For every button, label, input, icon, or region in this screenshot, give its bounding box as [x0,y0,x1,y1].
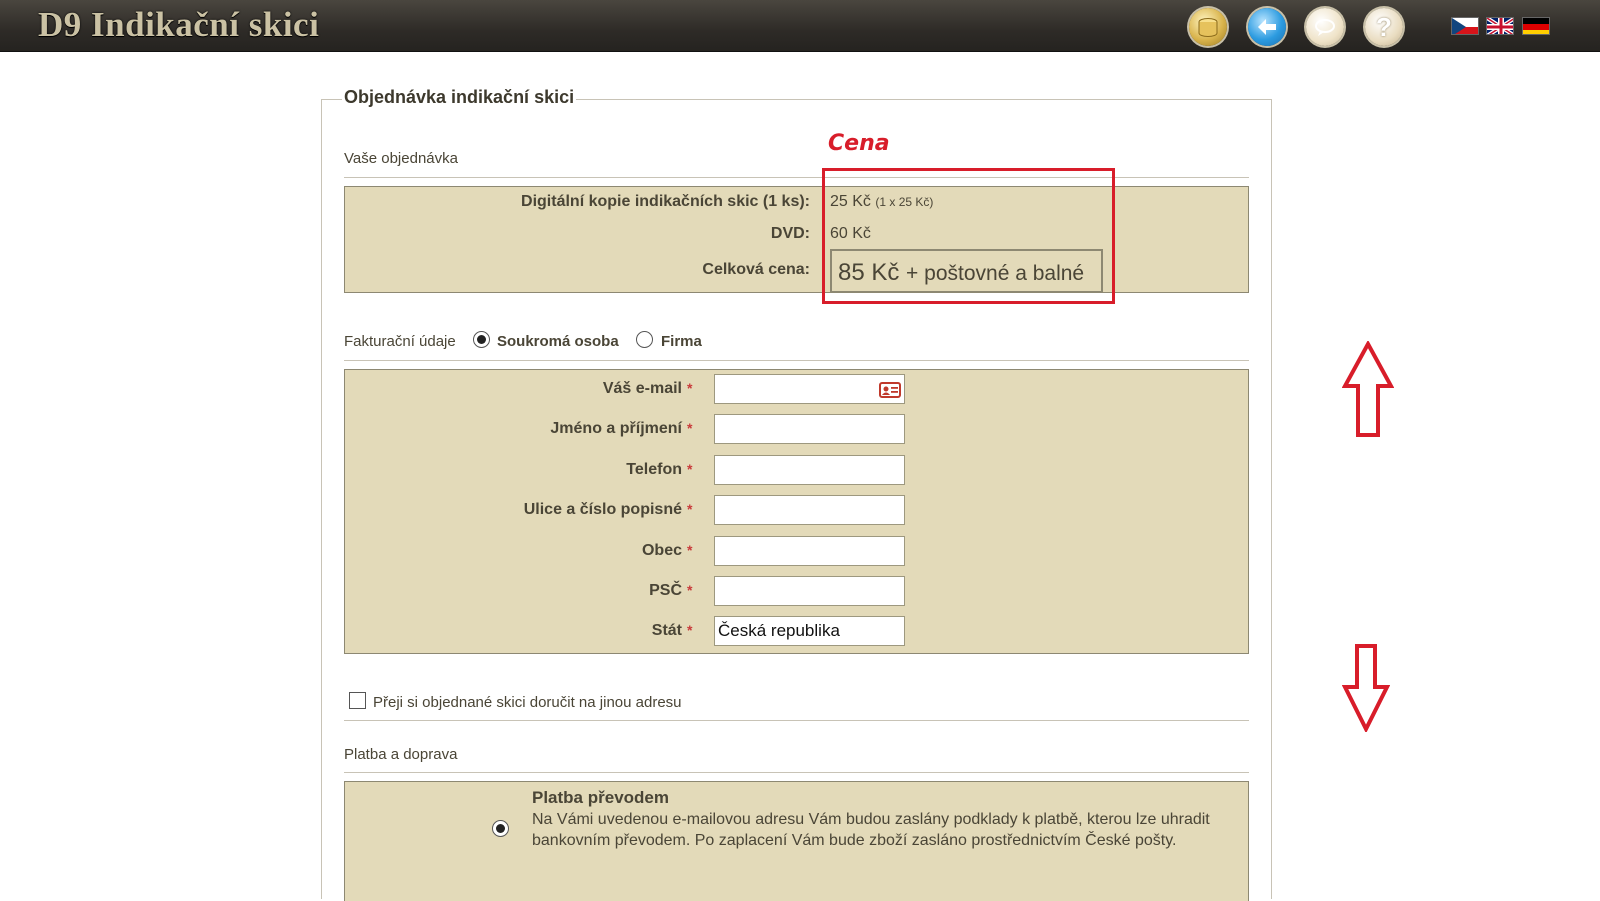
zip-label: PSČ [649,582,682,599]
email-field[interactable] [714,374,905,404]
required-mark: * [687,501,693,517]
city-field[interactable] [714,536,905,566]
flag-uk-icon[interactable] [1486,17,1514,35]
required-mark: * [687,582,693,598]
app-title: D9 Indikační skici [38,5,320,44]
scroll-up-arrow-icon [1342,341,1394,437]
other-address-checkbox[interactable] [349,692,366,709]
phone-field[interactable] [714,455,905,485]
radio-private-person[interactable] [473,331,490,348]
coins-button[interactable] [1189,8,1227,46]
chat-icon [1315,19,1335,36]
order-section-label: Vaše objednávka [344,150,458,167]
zip-field[interactable] [714,576,905,606]
street-field[interactable] [714,495,905,525]
radio-bank-transfer[interactable] [492,820,509,837]
chat-button[interactable] [1306,8,1344,46]
price-annotation-label: Cena [828,131,890,156]
form-legend: Objednávka indikační skici [342,87,577,108]
required-mark: * [687,380,693,396]
bank-transfer-description: Na Vámi uvedenou e-mailovou adresu Vám b… [532,811,1210,849]
required-mark: * [687,542,693,558]
email-label: Váš e-mail [602,380,682,397]
city-label: Obec [641,542,682,559]
name-field[interactable] [714,414,905,444]
country-label: Stát [651,622,682,639]
flag-cz-icon[interactable] [1451,17,1479,35]
billing-section-label: Fakturační údaje [344,333,456,350]
radio-company[interactable] [636,331,653,348]
dvd-label: DVD: [770,225,810,242]
company-label[interactable]: Firma [661,333,702,350]
country-field[interactable] [714,616,905,646]
section-divider [344,772,1249,773]
required-mark: * [687,461,693,477]
price-annotation-box [822,168,1115,304]
bank-transfer-title: Platba převodem [532,788,669,807]
name-label: Jméno a příjmení [550,420,682,437]
private-person-label[interactable]: Soukromá osoba [497,333,619,350]
required-mark: * [687,420,693,436]
section-divider [344,360,1249,361]
scroll-down-arrow-icon [1342,644,1390,732]
digital-copy-label: Digitální kopie indikačních skic (1 ks): [521,193,810,210]
total-price-label: Celková cena: [702,261,810,278]
coins-icon [1198,18,1218,38]
back-button[interactable] [1248,8,1286,46]
section-divider [344,720,1249,721]
contact-card-icon[interactable] [879,382,901,398]
flag-de-icon[interactable] [1522,17,1550,35]
help-button[interactable]: ? [1365,8,1403,46]
back-arrow-icon [1258,19,1276,35]
required-mark: * [687,622,693,638]
help-icon: ? [1376,11,1392,42]
street-label: Ulice a číslo popisné [523,501,682,518]
top-bar: D9 Indikační skici ? [0,0,1600,52]
payment-section-label: Platba a doprava [344,746,458,763]
phone-label: Telefon [626,461,682,478]
other-address-label[interactable]: Přeji si objednané skici doručit na jino… [373,694,682,711]
